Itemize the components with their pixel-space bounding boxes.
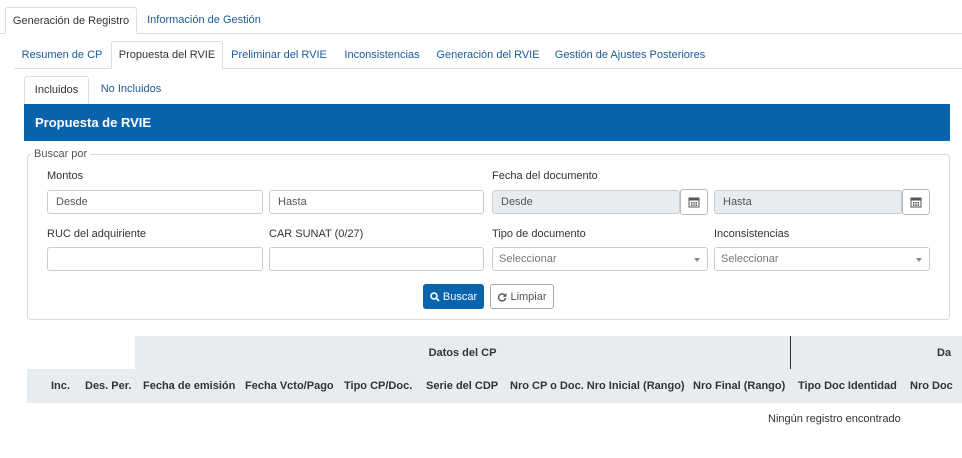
group-header-label: Datos del CP	[428, 347, 497, 359]
tab-gestion-ajustes[interactable]: Gestión de Ajustes Posteriores	[550, 42, 710, 69]
fecha-label: Fecha del documento	[492, 170, 598, 182]
limpiar-button[interactable]: Limpiar	[490, 284, 554, 309]
chevron-down-icon	[916, 258, 922, 262]
tipo-documento-value: Seleccionar	[499, 253, 557, 265]
inconsistencias-value: Seleccionar	[721, 253, 779, 265]
inconsistencias-select[interactable]: Seleccionar	[714, 247, 930, 271]
montos-label: Montos	[47, 170, 84, 182]
calendar-icon[interactable]	[902, 189, 930, 215]
inconsistencias-label: Inconsistencias	[714, 228, 790, 240]
car-sunat-label: CAR SUNAT (0/27)	[269, 228, 364, 240]
column-header[interactable]: Serie del CDP	[426, 380, 498, 392]
tipo-documento-select[interactable]: Seleccionar	[492, 247, 708, 271]
tab-generacion-rvie[interactable]: Generación del RVIE	[432, 42, 544, 69]
tab-inconsistencias[interactable]: Inconsistencias	[338, 42, 426, 69]
column-header[interactable]: Nro CP o Doc. Nro Inicial (Rango)	[510, 380, 685, 392]
column-header[interactable]: Tipo CP/Doc.	[344, 380, 412, 392]
tab-generacion-registro[interactable]: Generación de Registro	[5, 7, 137, 34]
fecha-desde-input[interactable]: Desde	[492, 190, 680, 214]
search-legend: Buscar por	[31, 148, 91, 160]
column-header[interactable]: Nro Doc	[910, 380, 953, 392]
empty-message: Ningún registro encontrado	[768, 413, 901, 425]
column-header[interactable]: Tipo Doc Identidad	[798, 380, 897, 392]
group-header-datos-cp: Datos del CP	[135, 336, 790, 369]
panel-title: Propuesta de RVIE	[35, 115, 152, 130]
tab-incluidos[interactable]: Incluidos	[24, 76, 89, 104]
search-fieldset	[27, 154, 950, 320]
column-header[interactable]: Nro Final (Rango)	[693, 380, 785, 392]
tab-propuesta-rvie[interactable]: Propuesta del RVIE	[111, 41, 223, 69]
column-header[interactable]: Fecha de emisión	[143, 380, 235, 392]
column-header[interactable]: Des. Per.	[85, 380, 131, 392]
group-header-next: Da	[791, 336, 962, 369]
ruc-label: RUC del adquiriente	[47, 228, 147, 240]
tipo-documento-label: Tipo de documento	[492, 228, 586, 240]
tab-informacion-gestion[interactable]: Información de Gestión	[141, 7, 267, 34]
tab-preliminar-rvie[interactable]: Preliminar del RVIE	[226, 42, 332, 69]
group-header-label: Da	[937, 347, 952, 359]
panel-header: Propuesta de RVIE	[24, 104, 950, 141]
montos-hasta-input[interactable]: Hasta	[269, 190, 484, 214]
limpiar-label: Limpiar	[510, 290, 547, 303]
column-header[interactable]: Fecha Vcto/Pago	[245, 380, 334, 392]
calendar-icon[interactable]	[680, 189, 708, 215]
column-header[interactable]: Inc.	[51, 380, 70, 392]
fecha-hasta-input[interactable]: Hasta	[714, 190, 902, 214]
tab-resumen-cp[interactable]: Resumen de CP	[16, 42, 108, 69]
car-sunat-input[interactable]	[269, 247, 484, 271]
chevron-down-icon	[694, 258, 700, 262]
refresh-icon	[498, 292, 507, 302]
search-icon	[430, 291, 440, 302]
ruc-input[interactable]	[47, 247, 263, 271]
buscar-label: Buscar	[442, 290, 478, 303]
buscar-button[interactable]: Buscar	[423, 284, 484, 309]
montos-desde-input[interactable]: Desde	[47, 190, 263, 214]
tab-no-incluidos[interactable]: No Incluidos	[93, 76, 169, 104]
